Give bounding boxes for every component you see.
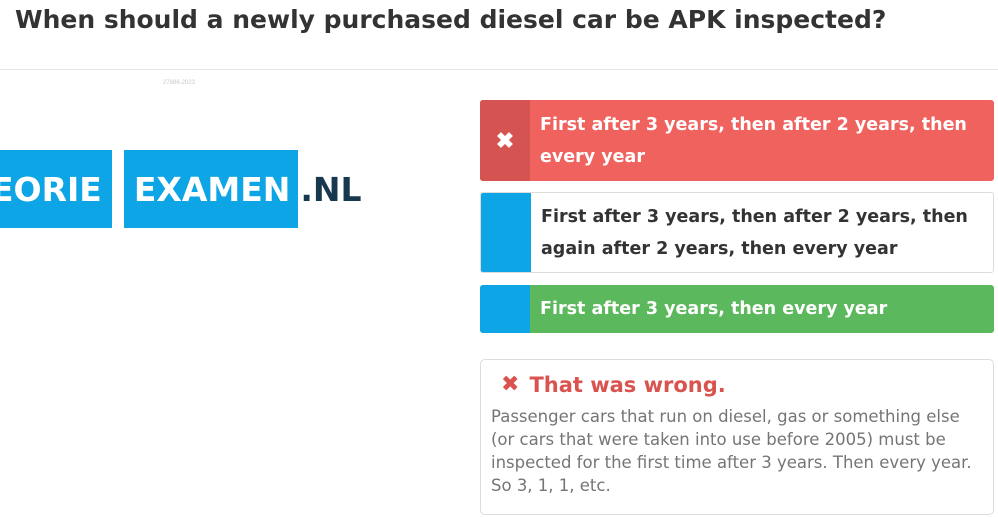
logo-part1-block: EORIE xyxy=(0,150,112,228)
answer-option-2-label: First after 3 years, then after 2 years,… xyxy=(541,206,968,259)
logo-suffix-text: .NL xyxy=(300,169,362,209)
header-divider xyxy=(0,69,998,70)
answer-option-2[interactable]: First after 3 years, then after 2 years,… xyxy=(480,192,994,273)
logo-part2-block: EXAMEN xyxy=(123,150,299,228)
image-watermark: 27886-2023 xyxy=(163,80,196,86)
logo-separator xyxy=(111,156,124,222)
feedback-panel: ✖ That was wrong. Passenger cars that ru… xyxy=(480,359,994,515)
answer-option-3-label: First after 3 years, then every year xyxy=(540,299,888,319)
logo-part1-text: EORIE xyxy=(0,169,102,209)
answer-option-1[interactable]: ✖ First after 3 years, then after 2 year… xyxy=(480,100,994,181)
answer-option-1-label: First after 3 years, then after 2 years,… xyxy=(540,114,967,167)
x-icon: ✖ xyxy=(501,372,520,397)
feedback-title-text: That was wrong. xyxy=(529,372,726,397)
x-icon: ✖ xyxy=(480,100,530,181)
logo-part2-text: EXAMEN xyxy=(133,169,291,209)
feedback-title: ✖ That was wrong. xyxy=(501,372,981,397)
theorie-examen-logo: EORIE EXAMEN .NL xyxy=(0,150,362,228)
answer-option-3-marker xyxy=(480,285,530,333)
answer-option-2-marker xyxy=(481,193,531,272)
question-title: When should a newly purchased diesel car… xyxy=(15,5,887,34)
feedback-explanation: Passenger cars that run on diesel, gas o… xyxy=(491,407,972,495)
answer-option-3[interactable]: First after 3 years, then every year xyxy=(480,285,994,333)
